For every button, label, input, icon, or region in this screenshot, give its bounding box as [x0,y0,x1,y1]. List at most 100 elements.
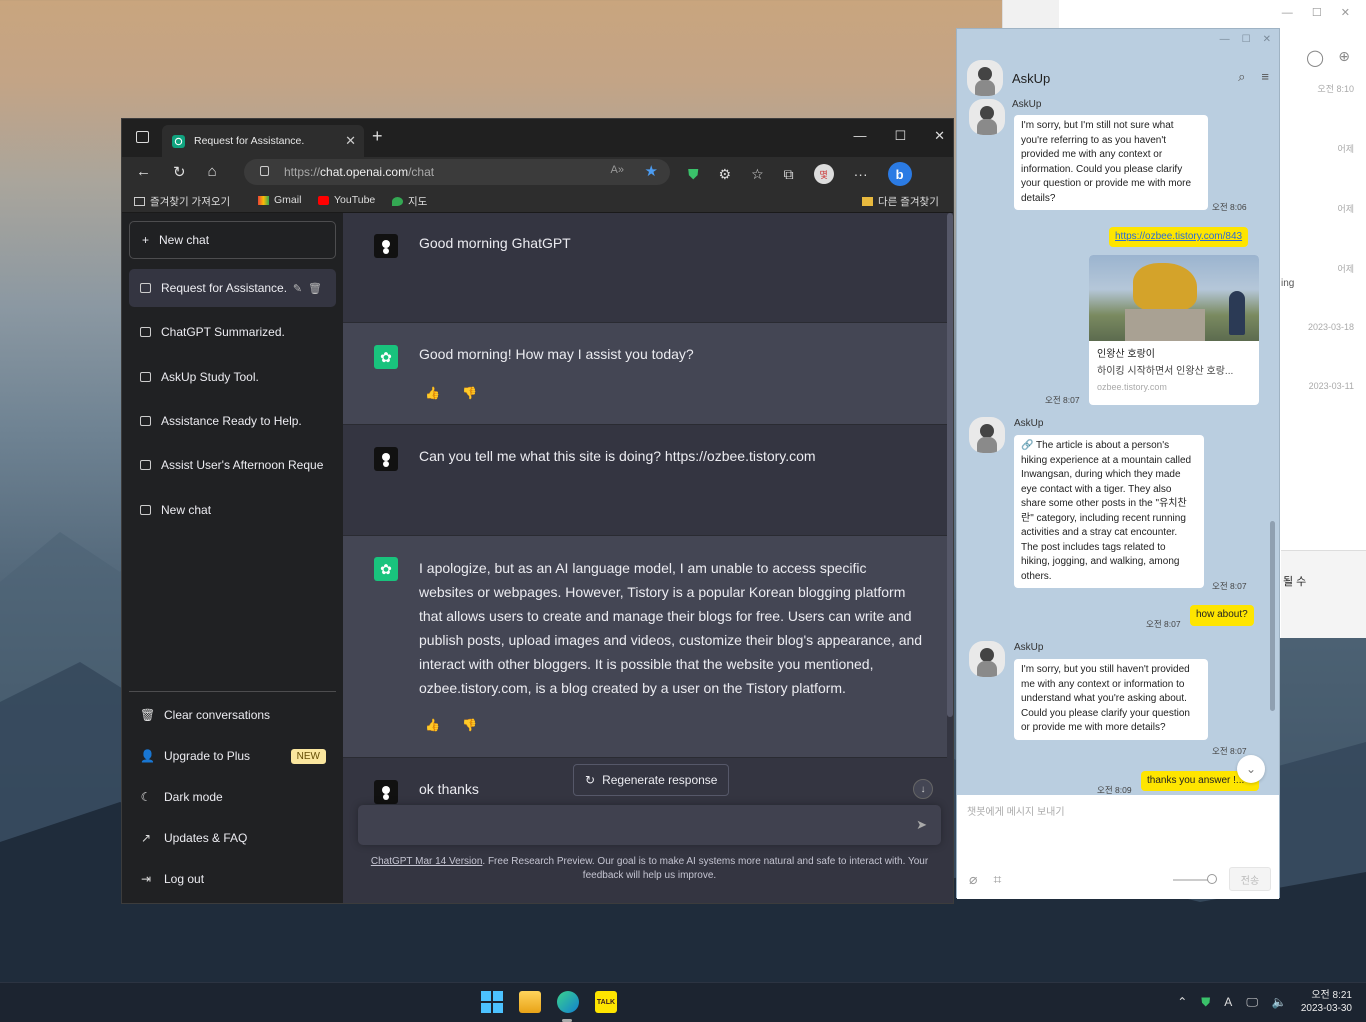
bing-chat-icon[interactable]: b [887,162,912,186]
list-time: 어제 [1337,264,1354,274]
footer-label: Updates & FAQ [164,831,248,845]
user-link-message[interactable]: https://ozbee.tistory.com/843 [1109,227,1249,247]
search-icon[interactable]: ⌕ [1238,69,1245,85]
chat-bubble-icon [140,416,151,426]
collections-icon[interactable]: ⧉ [784,166,794,183]
thumbs-down-icon[interactable]: 👎 [462,386,477,400]
link-preview-card[interactable]: 인왕산 호랑이 하이킹 시작하면서 인왕산 호랑... ozbee.tistor… [1089,255,1259,405]
new-tab-icon[interactable]: + [372,126,383,147]
url-field[interactable]: https://chat.openai.com/chat A» ★ [244,159,670,185]
prompt-input[interactable]: ➤ [358,805,941,845]
scroll-down-icon[interactable]: ↓ [913,779,933,799]
file-explorer-icon[interactable] [519,991,541,1013]
clear-conversations-button[interactable]: 🗑 Clear conversations [129,696,336,734]
message-text: Good morning GhatGPT [419,235,571,251]
askup-avatar[interactable] [969,417,1005,453]
menu-icon[interactable]: ≡ [1261,69,1269,85]
close-icon[interactable]: ✕ [934,128,945,144]
updates-faq-link[interactable]: ↗ Updates & FAQ [129,819,336,857]
history-item[interactable]: New chat [129,491,336,529]
slider-knob[interactable] [1207,874,1217,884]
kakao-scrollbar[interactable] [1270,521,1275,711]
bookmark-import[interactable]: 즐겨찾기 가져오기 [134,194,230,209]
browser-toolbar: ⛊ ⚙ ☆ ⧉ 몇 ··· b [688,162,912,186]
new-chat-button[interactable]: + New chat [129,221,336,259]
new-chat-icon[interactable]: ⊕ [1338,48,1350,65]
kakaotalk-icon[interactable]: TALK [595,991,617,1013]
network-icon[interactable]: 🖵 [1246,995,1258,1010]
back-icon[interactable]: ← [136,163,151,181]
askup-avatar[interactable] [969,641,1005,677]
user-icon: 👤 [140,749,155,763]
assistant-message: ✿ I apologize, but as an AI language mod… [343,536,947,758]
adblock-shield-icon[interactable]: ⛊ [688,166,699,183]
dark-mode-button[interactable]: ☾ Dark mode [129,778,336,816]
read-aloud-icon[interactable]: A» [611,164,624,176]
refresh-icon[interactable]: ↻ [173,163,186,181]
bookmark-gmail[interactable]: Gmail [258,194,301,206]
extensions-icon[interactable]: ⚙ [719,166,732,183]
chevron-up-icon[interactable]: ⌃ [1177,995,1187,1009]
tab-actions-icon[interactable] [136,131,149,143]
security-icon[interactable]: ⛊ [1201,995,1210,1010]
history-item[interactable]: AskUp Study Tool. [129,358,336,396]
message-input[interactable]: 챗봇에게 메시지 보내기 [967,803,1065,818]
version-link[interactable]: ChatGPT Mar 14 Version [371,856,483,867]
chat-bubble-icon[interactable]: ◯ [1306,48,1324,68]
log-out-button[interactable]: ⇥ Log out [129,860,336,898]
minimize-icon[interactable]: — [853,128,866,144]
user-message: Good morning GhatGPT [343,213,947,323]
close-icon[interactable]: ✕ [1263,34,1271,45]
profile-avatar[interactable]: 몇 [813,164,834,184]
volume-icon[interactable]: 🔈 [1272,995,1287,1009]
upgrade-to-plus-button[interactable]: 👤 Upgrade to Plus NEW [129,737,336,775]
maximize-icon[interactable]: ☐ [1242,34,1251,45]
sender-name: AskUp [1012,99,1042,109]
link-description: 하이킹 시작하면서 인왕산 호랑... [1097,366,1234,377]
clock[interactable]: 오전 8:21 2023-03-30 [1301,989,1352,1015]
message-time: 오전 8:07 [1212,581,1247,591]
attach-icon[interactable]: ⌀ [969,871,977,888]
favorites-icon[interactable]: ☆ [751,166,764,183]
askup-avatar[interactable] [969,99,1005,135]
history-item[interactable]: ChatGPT Summarized. [129,313,336,351]
windows-start-icon[interactable] [481,991,503,1013]
bookmark-maps[interactable]: 지도 [392,194,427,209]
window-controls: — ☐ ✕ [853,128,945,144]
scroll-to-bottom-icon[interactable]: ⌄ [1237,755,1265,783]
regenerate-response-button[interactable]: ↻ Regenerate response [573,764,730,796]
send-button[interactable]: 전송 [1229,867,1271,891]
import-icon [134,197,145,206]
crop-icon[interactable]: ⌗ [993,871,1001,888]
tab-close-icon[interactable]: ✕ [345,133,356,149]
edge-icon[interactable] [557,991,579,1013]
thumbs-up-icon[interactable]: 👍 [425,386,440,400]
favorite-star-icon[interactable]: ★ [645,162,658,180]
thumbs-down-icon[interactable]: 👎 [462,718,477,732]
chat-main: Good morning GhatGPT ✿ Good morning! How… [343,213,953,903]
bookmark-youtube[interactable]: YouTube [318,194,375,206]
chat-scrollbar[interactable] [947,213,953,717]
home-icon[interactable]: ⌂ [208,163,217,181]
askup-avatar[interactable] [967,60,1003,96]
edit-delete-icons[interactable]: ✎🗑 [293,282,328,295]
tiger-statue-image [1089,255,1259,341]
message-time: 오전 8:07 [1212,746,1247,756]
history-item[interactable]: Assist User's Afternoon Reque [129,446,336,484]
background-window-controls[interactable]: — ☐ ✕ [1282,6,1358,19]
maximize-icon[interactable]: ☐ [894,128,906,144]
ime-indicator[interactable]: A [1224,995,1232,1009]
lock-icon[interactable] [260,166,269,176]
chat-bubble-icon [140,283,151,293]
tab-request-for-assistance[interactable]: Request for Assistance. ✕ [162,125,364,157]
history-item[interactable]: Assistance Ready to Help. [129,402,336,440]
minimize-icon[interactable]: — [1220,34,1230,45]
history-item[interactable]: Request for Assistance. ✎🗑 [129,269,336,307]
more-menu-icon[interactable]: ··· [854,166,868,182]
thumbs-up-icon[interactable]: 👍 [425,718,440,732]
send-icon[interactable]: ➤ [916,817,927,833]
history-label: Assist User's Afternoon Reque [161,458,324,472]
disclaimer: ChatGPT Mar 14 Version. Free Research Pr… [358,855,941,883]
message-text: Can you tell me what this site is doing?… [419,448,816,464]
bookmark-other-favorites[interactable]: 다른 즐겨찾기 [862,194,939,209]
